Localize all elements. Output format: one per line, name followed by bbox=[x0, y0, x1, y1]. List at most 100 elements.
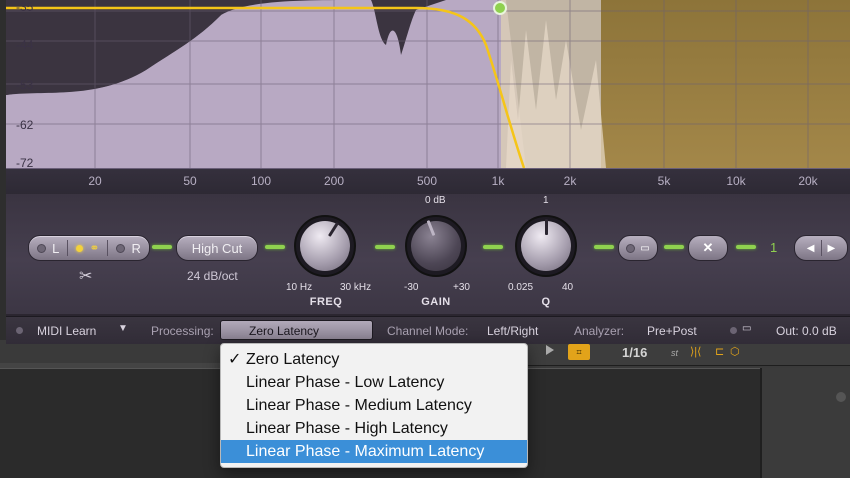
led-icon bbox=[116, 243, 126, 253]
analyzer-value[interactable]: Pre+Post bbox=[647, 324, 697, 338]
freq-knob[interactable] bbox=[294, 215, 356, 277]
analyzer-label: Analyzer: bbox=[574, 324, 625, 338]
freq-label: 500 bbox=[416, 174, 438, 188]
db-label: -62 bbox=[16, 118, 34, 132]
freq-label: FREQ bbox=[309, 296, 343, 308]
midi-learn-led-icon bbox=[16, 327, 23, 334]
freq-label: 20k bbox=[798, 174, 818, 188]
menu-item-label: Linear Phase - Maximum Latency bbox=[246, 443, 485, 460]
spectrum-display[interactable]: -35 -44 -53 -62 -72 bbox=[6, 0, 850, 170]
stereo-both[interactable]: ⚭ bbox=[68, 236, 107, 260]
freq-label: 50 bbox=[183, 174, 197, 188]
gain-top-label: 0 dB bbox=[425, 195, 446, 206]
processing-mode-menu: ✓ Zero Latency Linear Phase - Low Latenc… bbox=[220, 343, 528, 468]
knob-cap bbox=[300, 221, 350, 271]
q-label: Q bbox=[541, 296, 551, 308]
connector-led bbox=[375, 245, 395, 249]
menu-item-label: Zero Latency bbox=[246, 351, 340, 368]
quantize-suffix: st bbox=[671, 348, 679, 358]
output-menu-icon[interactable]: ▭ bbox=[742, 323, 751, 334]
knob-indicator bbox=[544, 219, 548, 235]
gain-label: GAIN bbox=[421, 296, 451, 308]
delete-band-button[interactable]: ✕ bbox=[688, 235, 728, 261]
app-window: ⌗ 1/16 st ⟩|⟨ ⊏ ⬡ -35 -44 -53 -62 -72 20… bbox=[0, 0, 850, 478]
processing-mode-select[interactable]: Zero Latency bbox=[220, 320, 373, 340]
led-icon bbox=[76, 244, 84, 252]
freq-label: 2k bbox=[563, 174, 577, 188]
band-menu-icon: ▭ bbox=[640, 242, 650, 254]
stereo-right[interactable]: R bbox=[108, 236, 148, 260]
menu-item-label: Linear Phase - Medium Latency bbox=[246, 397, 472, 414]
gain-max-label: +30 bbox=[453, 282, 470, 293]
gain-knob[interactable] bbox=[405, 215, 467, 277]
freq-label: 5k bbox=[657, 174, 671, 188]
q-min-label: 0.025 bbox=[508, 282, 534, 293]
stereo-right-label: R bbox=[131, 240, 141, 256]
freq-label: 100 bbox=[250, 174, 272, 188]
db-label: -44 bbox=[16, 38, 34, 52]
connector-led bbox=[736, 245, 756, 249]
eq-band-node bbox=[493, 1, 507, 15]
host-side-panel bbox=[760, 368, 850, 478]
menu-item-label: Linear Phase - Low Latency bbox=[246, 374, 445, 391]
processing-label: Processing: bbox=[151, 324, 214, 338]
menu-item-low-latency[interactable]: Linear Phase - Low Latency bbox=[221, 371, 527, 394]
checkmark-icon: ✓ bbox=[228, 351, 242, 368]
midi-learn-button[interactable]: MIDI Learn bbox=[37, 324, 96, 338]
filter-type-button[interactable]: High Cut bbox=[176, 235, 258, 261]
quantize-value[interactable]: 1/16 bbox=[622, 345, 647, 360]
channel-mode-label: Channel Mode: bbox=[387, 324, 469, 338]
led-icon bbox=[626, 243, 636, 253]
connector-led bbox=[483, 245, 503, 249]
snap-icon[interactable]: ⟩|⟨ bbox=[690, 345, 701, 359]
band-number: 1 bbox=[770, 240, 778, 255]
connector-led bbox=[265, 245, 285, 249]
stereo-placement-selector[interactable]: L ⚭ R bbox=[28, 235, 150, 261]
menu-item-maximum-latency[interactable]: Linear Phase - Maximum Latency bbox=[221, 440, 527, 463]
midi-menu-chevron-down-icon[interactable]: ▼ bbox=[118, 323, 128, 334]
cube-icon[interactable]: ⬡ bbox=[730, 345, 740, 359]
led-icon bbox=[37, 243, 47, 253]
freq-label: 10k bbox=[726, 174, 746, 188]
stereo-left[interactable]: L bbox=[29, 236, 67, 260]
menu-item-medium-latency[interactable]: Linear Phase - Medium Latency bbox=[221, 394, 527, 417]
band-solo-button[interactable]: ▭ bbox=[618, 235, 658, 261]
eq-plugin: -35 -44 -53 -62 -72 20 50 100 200 500 1k… bbox=[6, 0, 850, 344]
output-led-icon bbox=[730, 327, 737, 334]
stereo-link-icon: ⚭ bbox=[89, 241, 100, 255]
gain-min-label: -30 bbox=[404, 282, 419, 293]
q-knob[interactable] bbox=[515, 215, 577, 277]
freq-label: 1k bbox=[491, 174, 505, 188]
host-scroll-handle[interactable] bbox=[836, 392, 846, 402]
status-bar: MIDI Learn ▼ Processing: Zero Latency Ch… bbox=[6, 316, 850, 344]
menu-item-label: Linear Phase - High Latency bbox=[246, 420, 448, 437]
play-icon[interactable] bbox=[546, 345, 554, 355]
freq-min-label: 10 Hz bbox=[286, 282, 313, 293]
db-label: -35 bbox=[16, 0, 34, 14]
band-controls: L ⚭ R ✂ High Cut 24 dB/oct 10 Hz 30 kHz … bbox=[6, 194, 850, 314]
menu-item-high-latency[interactable]: Linear Phase - High Latency bbox=[221, 417, 527, 440]
quantize-icon[interactable]: ⌗ bbox=[568, 344, 590, 360]
q-top-label: 1 bbox=[543, 195, 549, 206]
connector-led bbox=[594, 245, 614, 249]
close-icon: ✕ bbox=[702, 240, 714, 255]
channel-mode-value[interactable]: Left/Right bbox=[487, 324, 538, 338]
filter-slope[interactable]: 24 dB/oct bbox=[187, 269, 238, 283]
connector-led bbox=[152, 245, 172, 249]
band-navigation[interactable]: ◀ ▶ bbox=[794, 235, 848, 261]
connector-led bbox=[664, 245, 684, 249]
grid-icon[interactable]: ⊏ bbox=[715, 345, 724, 359]
freq-label: 200 bbox=[323, 174, 345, 188]
chevron-left-icon[interactable]: ◀ bbox=[801, 243, 821, 254]
stereo-left-label: L bbox=[52, 240, 60, 256]
menu-item-zero-latency[interactable]: ✓ Zero Latency bbox=[221, 348, 527, 371]
freq-label: 20 bbox=[88, 174, 102, 188]
spectrum-graph bbox=[6, 0, 850, 168]
chevron-right-icon[interactable]: ▶ bbox=[822, 243, 842, 254]
freq-max-label: 30 kHz bbox=[340, 282, 372, 293]
scissors-icon[interactable]: ✂ bbox=[79, 266, 92, 286]
db-label: -53 bbox=[16, 78, 34, 92]
output-gain[interactable]: Out: 0.0 dB bbox=[776, 324, 837, 338]
q-max-label: 40 bbox=[562, 282, 574, 293]
knob-cap bbox=[411, 221, 461, 271]
